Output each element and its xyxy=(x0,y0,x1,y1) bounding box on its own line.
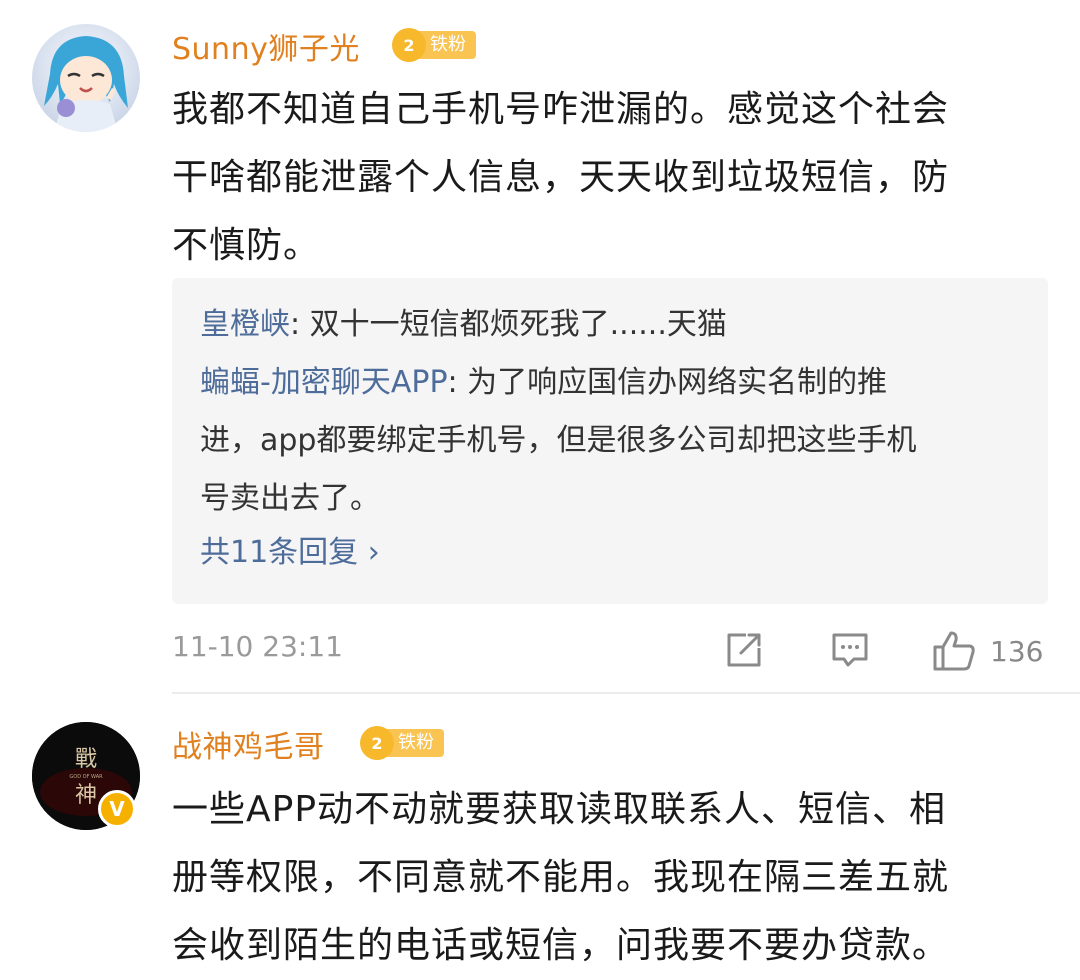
username[interactable]: Sunny狮子光 xyxy=(172,30,360,70)
comment-meta: 11-10 23:11 136 xyxy=(172,626,1048,676)
comment-text-line: 会收到陌生的电话或短信，问我要不要办贷款。 xyxy=(172,925,950,966)
avatar[interactable] xyxy=(32,24,140,132)
comment-text: 一些APP动不动就要获取读取联系人、短信、相 册等权限，不同意就不能用。我现在隔… xyxy=(172,776,1032,980)
comment-text-line: 一些APP动不动就要获取读取联系人、短信、相 xyxy=(172,789,947,830)
comment-button[interactable] xyxy=(830,630,870,670)
anime-avatar-image xyxy=(44,36,128,132)
share-button[interactable] xyxy=(724,630,764,670)
avatar-text: 神 xyxy=(75,783,97,808)
reply-username[interactable]: 蝙蝠-加密聊天APP xyxy=(200,365,448,400)
reply-item[interactable]: 皇橙峡: 双十一短信都烦死我了......天猫 xyxy=(200,296,1030,354)
comment-text-line: 干啥都能泄露个人信息，天天收到垃圾短信，防 xyxy=(172,157,950,198)
reply-text: 进，app都要绑定手机号，但是很多公司却把这些手机 xyxy=(200,423,917,458)
reply-text: : 双十一短信都烦死我了......天猫 xyxy=(290,307,727,342)
comment-icon xyxy=(832,633,868,667)
timestamp: 11-10 23:11 xyxy=(172,630,343,663)
comment-text-line: 我都不知道自己手机号咋泄漏的。感觉这个社会 xyxy=(172,89,950,130)
replies-box: 皇橙峡: 双十一短信都烦死我了......天猫 蝙蝠-加密聊天APP: 为了响应… xyxy=(172,278,1048,604)
avatar-text: 戰 xyxy=(75,747,97,772)
fan-badge[interactable]: 2 铁粉 xyxy=(360,726,444,760)
comment-text-line: 不慎防。 xyxy=(172,225,321,266)
username[interactable]: 战神鸡毛哥 xyxy=(172,728,325,768)
reply-username[interactable]: 皇橙峡 xyxy=(200,307,290,342)
verified-badge-icon: V xyxy=(98,790,136,828)
crown-icon: 2 xyxy=(360,726,394,760)
fan-badge[interactable]: 2 铁粉 xyxy=(392,28,476,62)
divider xyxy=(172,692,1080,694)
reply-text: : 为了响应国信办网络实名制的推 xyxy=(447,365,888,400)
reply-text: 号卖出去了。 xyxy=(200,481,380,516)
comment-text: 我都不知道自己手机号咋泄漏的。感觉这个社会 干啥都能泄露个人信息，天天收到垃圾短… xyxy=(172,76,1032,280)
reply-item[interactable]: 蝙蝠-加密聊天APP: 为了响应国信办网络实名制的推 进，app都要绑定手机号，… xyxy=(200,354,1030,528)
more-replies-link[interactable]: 共11条回复 › xyxy=(200,524,380,582)
like-button[interactable]: 136 xyxy=(932,630,1043,672)
like-count: 136 xyxy=(990,634,1044,668)
comment-text-line: 册等权限，不同意就不能用。我现在隔三差五就 xyxy=(172,857,950,898)
crown-icon: 2 xyxy=(392,28,426,62)
share-icon xyxy=(727,633,761,667)
avatar-subtext: GOD OF WAR xyxy=(69,774,103,780)
like-icon xyxy=(933,631,975,671)
